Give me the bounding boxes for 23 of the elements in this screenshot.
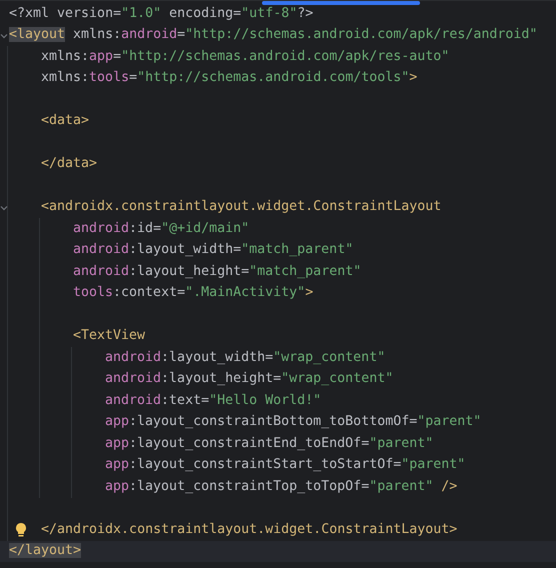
code-line: android:layout_height="wrap_content" [105, 370, 394, 388]
code-line: tools:context=".MainActivity"> [73, 284, 314, 302]
code-line: android:text="Hello World!" [105, 392, 322, 410]
code-line: app:layout_constraintEnd_toEndOf="parent" [105, 434, 434, 453]
code-line: </data> [41, 155, 98, 174]
code-line: app:layout_constraintBottom_toBottomOf="parent" [105, 413, 482, 432]
fold-chevron-icon[interactable] [0, 32, 8, 40]
code-line: xmlns:app="http://schemas.android.com/apk/res-auto" [41, 48, 450, 66]
code-line: android:layout_height="match_parent" [73, 262, 362, 281]
fold-chevron-icon[interactable] [0, 204, 8, 212]
code-line: android:layout_width="match_parent" [73, 241, 354, 260]
code-line: <?xml version="1.0" encoding="utf-8"?> [9, 4, 314, 23]
code-line: app:layout_constraintTop_toTopOf="parent" /> [105, 478, 458, 496]
code-line: <data> [41, 112, 90, 130]
code-line: <androidx.constraintlayout.widget.ConstraintLayout [41, 198, 442, 216]
code-line: android:id="@+id/main" [73, 220, 250, 238]
code-line: <layout xmlns:android="http://schemas.android.com/apk/res/android" [9, 26, 538, 44]
lightbulb-icon[interactable] [15, 522, 27, 538]
code-line: </androidx.constraintlayout.widget.ConstraintLayout> [41, 520, 458, 539]
code-line: android:layout_width="wrap_content" [105, 348, 386, 367]
code-line: <TextView [73, 327, 146, 346]
code-line: app:layout_constraintStart_toStartOf="parent" [105, 456, 466, 474]
code-line: xmlns:tools="http://schemas.android.com/tools"> [41, 69, 418, 88]
